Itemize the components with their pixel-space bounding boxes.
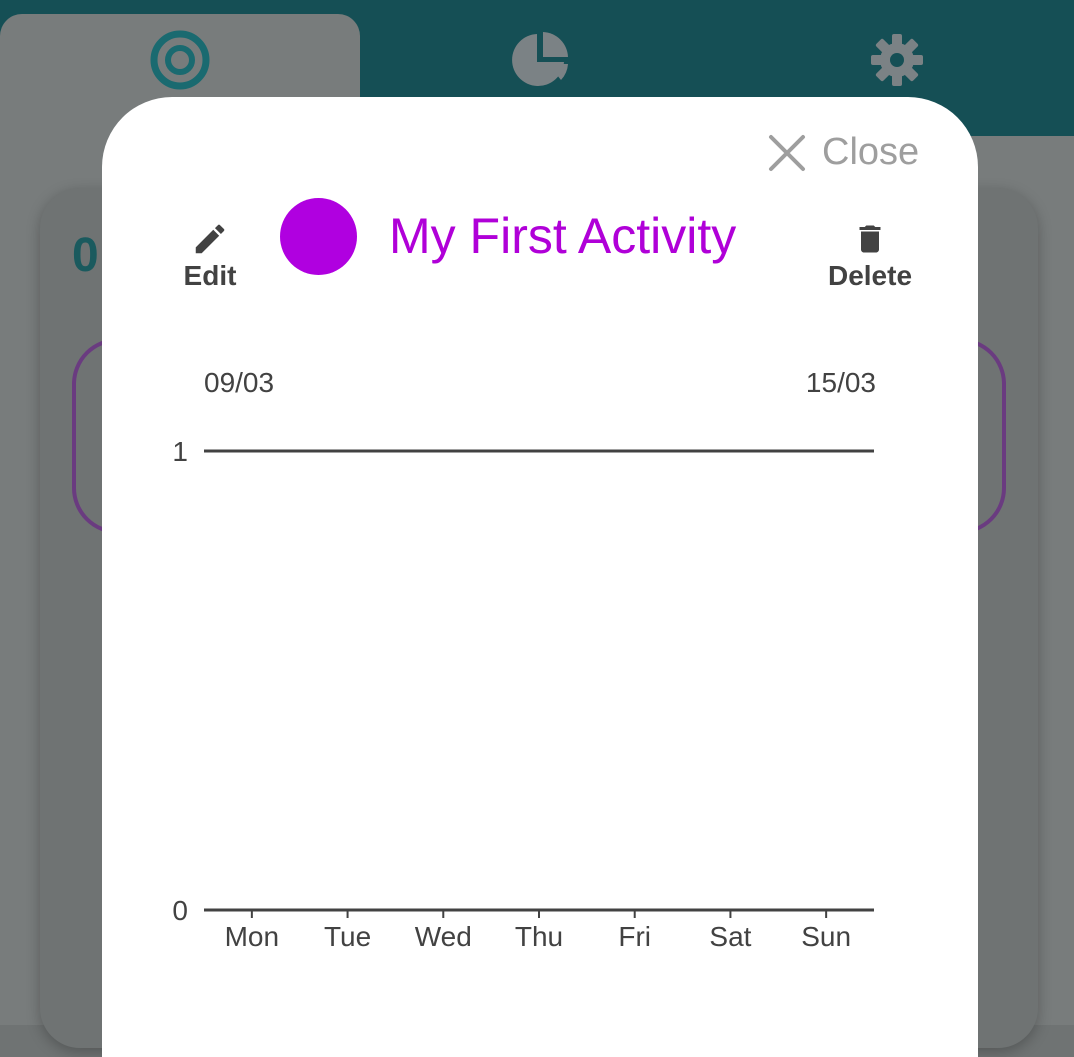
trash-icon [859,225,881,253]
pencil-icon [195,224,225,254]
target-icon [150,30,210,90]
x-tick-label: Fri [618,921,651,952]
close-button[interactable]: Close [767,131,919,174]
x-tick-label: Wed [415,921,472,952]
activity-title: My First Activity [389,208,737,264]
activity-color-dot [280,198,357,275]
x-tick-label: Thu [515,921,563,952]
x-tick-label: Sat [709,921,751,952]
edit-label: Edit [183,260,237,291]
date-range-end: 15/03 [806,367,876,398]
x-tick-label: Mon [225,921,279,952]
close-icon [769,134,805,171]
activity-detail-modal: Close Edit My First Activity Delete 09/0… [102,97,978,1057]
x-tick-label: Sun [801,921,851,952]
y-tick-label: 1 [172,436,188,467]
gear-icon [871,34,923,86]
date-range-start: 09/03 [204,367,274,398]
delete-label: Delete [827,260,913,291]
x-tick-label: Tue [324,921,371,952]
pie-chart-icon [512,32,568,86]
edit-button[interactable]: Edit [178,220,242,292]
weekly-activity-chart: 09/03 15/03 1 0 Mon Tue Wed Thu Fri Sat Sun [172,367,876,952]
delete-button[interactable]: Delete [820,220,920,292]
background-card-counter: 0 [72,229,99,282]
close-label: Close [822,131,920,173]
y-tick-label: 0 [172,895,188,926]
